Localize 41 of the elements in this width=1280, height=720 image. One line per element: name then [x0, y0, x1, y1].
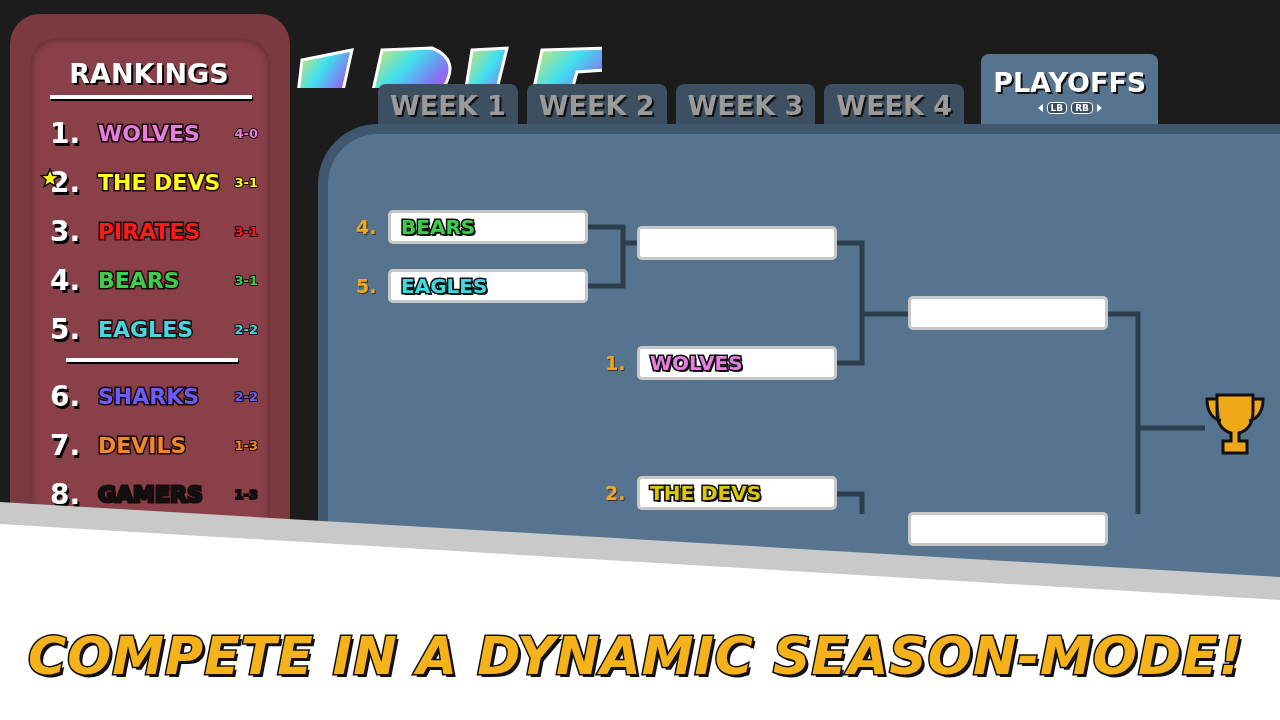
team-name: EAGLES	[401, 274, 488, 298]
banner-text: COMPETE IN A DYNAMIC SEASON-MODE!	[28, 626, 1244, 686]
team-name: WOLVES	[98, 120, 201, 146]
team-record: 1-3	[234, 437, 258, 453]
team-name: DEVILS	[98, 432, 188, 458]
rank-number: 3.	[50, 214, 82, 248]
seed-number: 4.	[356, 216, 377, 238]
team-record: 1-3	[234, 486, 258, 502]
seed-number: 5.	[356, 275, 377, 297]
rank-number: 8.	[50, 477, 82, 511]
team-name: SHARKS	[98, 383, 201, 409]
week-tab[interactable]: WEEK 3	[675, 84, 816, 124]
seed-number: 2.	[605, 482, 626, 504]
team-record: 2-2	[234, 321, 258, 337]
week-tab[interactable]: PLAYOFFS LB RB	[981, 54, 1159, 124]
rank-number: 4.	[50, 263, 82, 297]
team-record: 3-1	[234, 174, 258, 190]
team-name: PIRATES	[98, 218, 202, 244]
team-record: 4-0	[234, 125, 258, 141]
rank-number: 5.	[50, 312, 82, 346]
rank-number: 2.	[50, 165, 82, 199]
seed-number: 1.	[605, 352, 626, 374]
team-name: BEARS	[401, 215, 476, 239]
rank-number: 7.	[50, 428, 82, 462]
team-name: THE DEVS	[650, 481, 762, 505]
team-name: GAMERS	[98, 481, 204, 507]
rank-number: 1.	[50, 116, 82, 150]
team-name: WOLVES	[650, 351, 743, 375]
rank-number: 6.	[50, 379, 82, 413]
week-tab[interactable]: WEEK 4	[824, 84, 965, 124]
team-name: THE DEVS	[98, 169, 222, 195]
shoulder-button-hint: LB	[1046, 101, 1068, 114]
week-tab[interactable]: WEEK 1	[378, 84, 518, 124]
team-record: 3-1	[234, 223, 258, 239]
team-name: BEARS	[98, 267, 181, 293]
week-tab[interactable]: WEEK 2	[526, 84, 667, 124]
team-record: 3-1	[234, 272, 258, 288]
team-record: 2-2	[234, 388, 258, 404]
team-name: EAGLES	[98, 316, 194, 342]
rankings-title: RANKINGS	[68, 58, 230, 89]
shoulder-button-hint: RB	[1071, 101, 1093, 114]
